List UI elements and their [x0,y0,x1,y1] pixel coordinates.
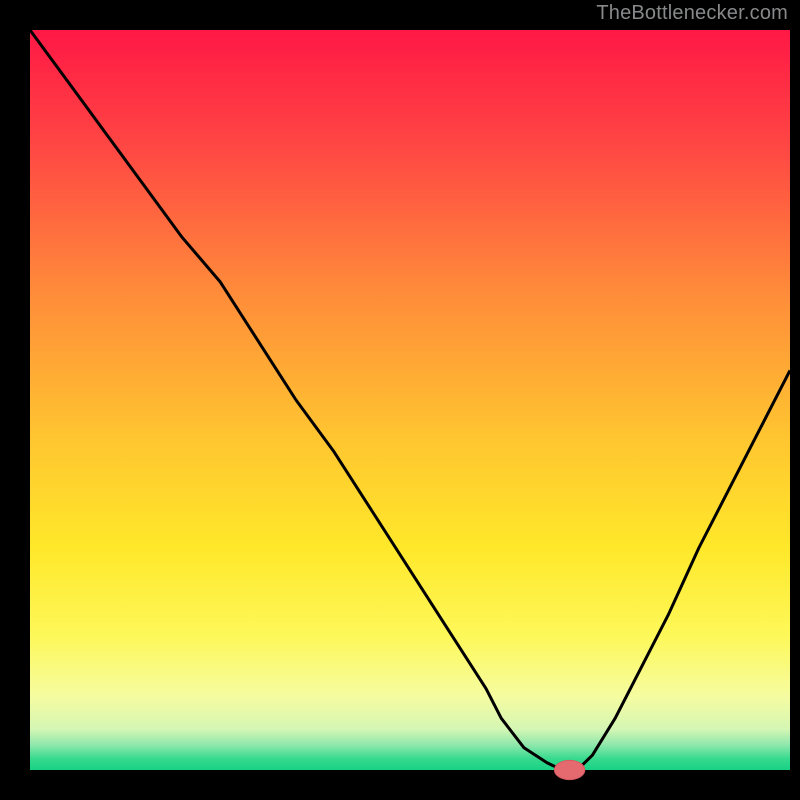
bottleneck-chart [0,0,800,800]
plot-background [30,30,790,770]
optimum-marker [554,760,584,779]
chart-container: TheBottlenecker.com [0,0,800,800]
